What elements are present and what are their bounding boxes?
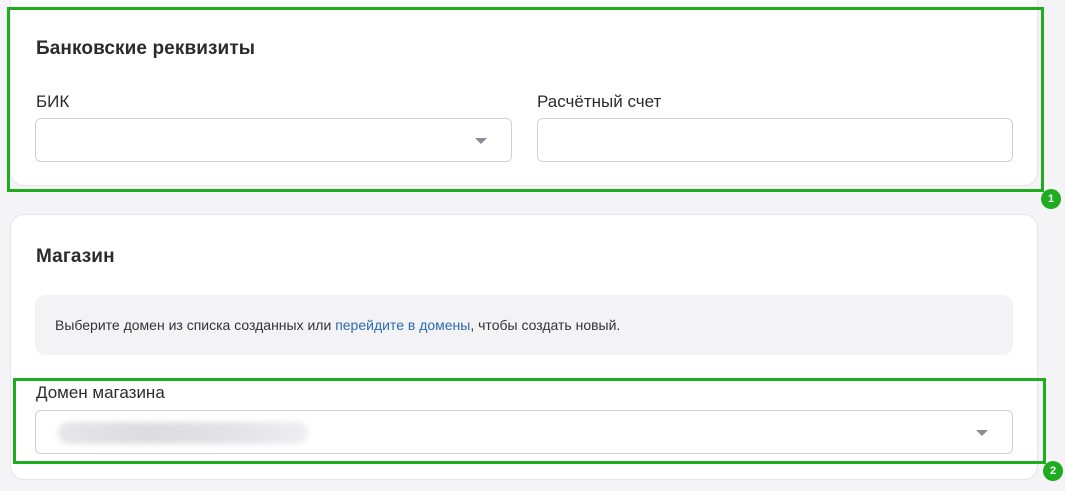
go-to-domains-link[interactable]: перейдите в домены bbox=[335, 317, 470, 333]
highlight-box-2 bbox=[13, 378, 1046, 464]
highlight-box-1 bbox=[7, 7, 1044, 192]
highlight-badge-1: 1 bbox=[1041, 189, 1061, 209]
info-text-after: , чтобы создать новый. bbox=[470, 317, 621, 333]
highlight-badge-2: 2 bbox=[1043, 461, 1063, 481]
shop-title: Магазин bbox=[36, 246, 115, 267]
info-text-before: Выберите домен из списка созданных или bbox=[55, 317, 336, 333]
domain-info-box: Выберите домен из списка созданных или п… bbox=[35, 295, 1013, 355]
